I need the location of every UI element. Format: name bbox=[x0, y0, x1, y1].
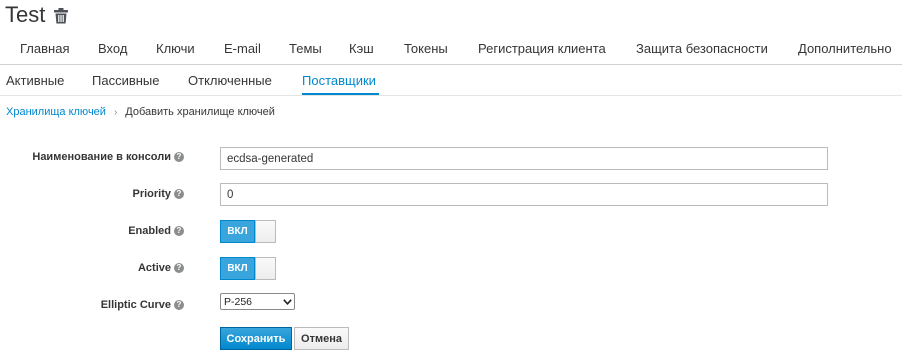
help-icon[interactable]: ? bbox=[174, 300, 184, 310]
priority-label-text: Priority bbox=[132, 188, 171, 200]
tab-client-registration[interactable]: Регистрация клиента bbox=[478, 41, 606, 56]
main-tabs: Главная Вход Ключи E-mail Темы Кэш Токен… bbox=[0, 32, 902, 65]
tab-general[interactable]: Главная bbox=[20, 41, 69, 56]
help-icon[interactable]: ? bbox=[174, 152, 184, 162]
help-icon[interactable]: ? bbox=[174, 263, 184, 273]
cancel-button[interactable]: Отмена bbox=[294, 327, 349, 350]
chevron-down-icon bbox=[280, 294, 294, 309]
toggle-handle bbox=[255, 221, 275, 242]
toggle-handle bbox=[255, 258, 275, 279]
tab-disabled-keys[interactable]: Отключенные bbox=[188, 73, 272, 88]
enabled-label: Enabled ? bbox=[128, 225, 184, 237]
page-title: Test bbox=[5, 2, 46, 27]
priority-input[interactable] bbox=[220, 183, 828, 206]
tab-security-defenses[interactable]: Защита безопасности bbox=[636, 41, 768, 56]
breadcrumb: Хранилища ключей › Добавить хранилище кл… bbox=[6, 106, 275, 118]
active-tab-indicator bbox=[302, 93, 379, 95]
elliptic-curve-label: Elliptic Curve ? bbox=[101, 299, 184, 311]
active-toggle-on-label: ВКЛ bbox=[220, 257, 255, 280]
elliptic-curve-label-text: Elliptic Curve bbox=[100, 299, 171, 311]
tab-advanced[interactable]: Дополнительно bbox=[798, 41, 892, 56]
enabled-label-text: Enabled bbox=[128, 225, 171, 237]
tab-providers[interactable]: Поставщики bbox=[302, 73, 376, 88]
active-toggle[interactable]: ВКЛ bbox=[220, 257, 276, 280]
help-icon[interactable]: ? bbox=[174, 226, 184, 236]
console-name-label: Наименование в консоли ? bbox=[32, 151, 184, 163]
tab-passive-keys[interactable]: Пассивные bbox=[92, 73, 160, 88]
priority-label: Priority ? bbox=[132, 188, 184, 200]
active-label: Active ? bbox=[138, 262, 184, 274]
console-name-label-text: Наименование в консоли bbox=[32, 151, 171, 163]
tab-themes[interactable]: Темы bbox=[289, 41, 322, 56]
tab-keys[interactable]: Ключи bbox=[156, 41, 195, 56]
save-button[interactable]: Сохранить bbox=[220, 327, 292, 350]
console-name-input[interactable] bbox=[220, 147, 828, 170]
tab-email[interactable]: E-mail bbox=[224, 41, 261, 56]
active-label-text: Active bbox=[137, 262, 171, 274]
sub-tabs: Активные Пассивные Отключенные Поставщик… bbox=[0, 65, 902, 96]
tab-login[interactable]: Вход bbox=[98, 41, 127, 56]
enabled-toggle[interactable]: ВКЛ bbox=[220, 220, 276, 243]
elliptic-curve-value: P-256 bbox=[224, 295, 253, 308]
enabled-toggle-on-label: ВКЛ bbox=[220, 220, 255, 243]
elliptic-curve-select[interactable]: P-256 bbox=[220, 293, 295, 310]
tab-tokens[interactable]: Токены bbox=[404, 41, 448, 56]
tab-cache[interactable]: Кэш bbox=[349, 41, 374, 56]
trash-icon[interactable] bbox=[54, 8, 69, 24]
help-icon[interactable]: ? bbox=[174, 189, 184, 199]
breadcrumb-keystores-link[interactable]: Хранилища ключей bbox=[6, 106, 106, 118]
breadcrumb-current: Добавить хранилище ключей bbox=[125, 106, 275, 118]
page-header: Test bbox=[5, 2, 69, 28]
breadcrumb-separator: › bbox=[113, 106, 118, 118]
tab-active-keys[interactable]: Активные bbox=[6, 73, 64, 88]
